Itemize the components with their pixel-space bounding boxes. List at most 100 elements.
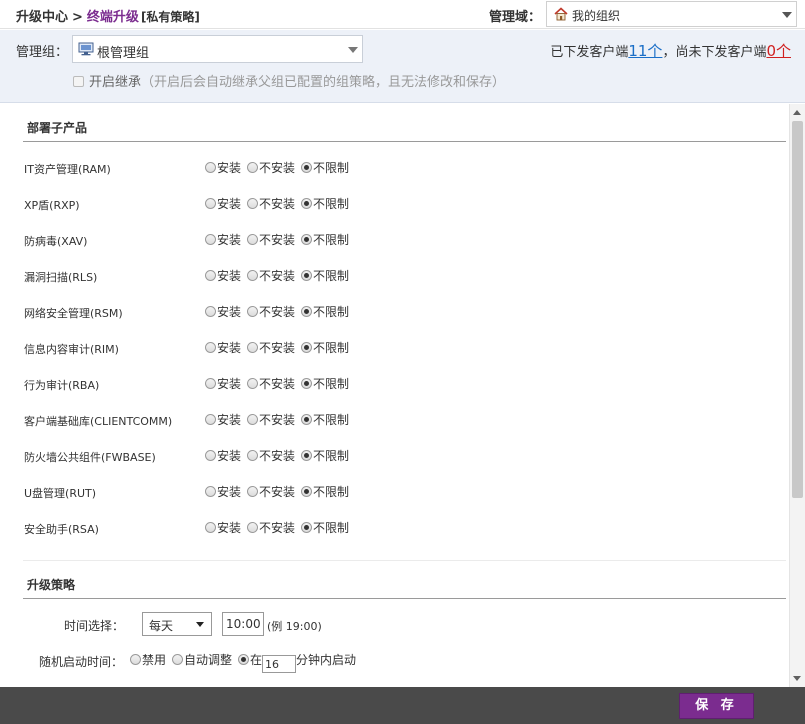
product-option[interactable]: 不安装 (247, 269, 295, 283)
radio-button[interactable] (247, 450, 259, 461)
product-option[interactable]: 不安装 (247, 233, 295, 247)
product-option[interactable]: 安装 (205, 485, 241, 499)
section-divider (23, 598, 786, 599)
radio-button[interactable] (301, 306, 313, 317)
product-option[interactable]: 不安装 (247, 305, 295, 319)
product-option[interactable]: 不限制 (301, 521, 349, 535)
chevron-down-icon (348, 47, 358, 53)
vertical-scrollbar[interactable] (789, 104, 805, 687)
radio-button[interactable] (247, 522, 259, 533)
product-label: 漏洞扫描(RLS) (24, 271, 98, 284)
time-input[interactable]: 10:00 (222, 612, 264, 636)
breadcrumb-root[interactable]: 升级中心 (16, 10, 68, 25)
option-label: 不限制 (313, 413, 350, 427)
product-option[interactable]: 安装 (205, 449, 241, 463)
radio-button[interactable] (247, 486, 259, 497)
group-select[interactable]: 根管理组 (72, 35, 363, 63)
not-issued-count-link[interactable]: 0个 (766, 42, 791, 60)
product-option[interactable]: 不限制 (301, 341, 349, 355)
product-option[interactable]: 不限制 (301, 449, 349, 463)
domain-value: 我的组织 (572, 9, 621, 23)
radio-button[interactable] (301, 342, 313, 353)
radio-button[interactable] (247, 162, 259, 173)
product-option[interactable]: 安装 (205, 341, 241, 355)
minutes-input[interactable]: 16 (262, 655, 297, 673)
radio-button[interactable] (247, 342, 259, 353)
radio-button[interactable] (301, 270, 313, 281)
radio-button[interactable] (205, 486, 216, 497)
option-label: 不限制 (313, 305, 350, 319)
radio-button[interactable] (205, 234, 216, 245)
product-option[interactable]: 不安装 (247, 161, 295, 175)
product-option[interactable]: 不限制 (301, 197, 349, 211)
product-option[interactable]: 不安装 (247, 485, 295, 499)
scroll-thumb[interactable] (792, 121, 803, 498)
product-option[interactable]: 安装 (205, 161, 241, 175)
random-option[interactable]: 在 (238, 653, 262, 667)
product-option[interactable]: 不安装 (247, 413, 295, 427)
radio-button[interactable] (205, 162, 216, 173)
product-option[interactable]: 不限制 (301, 305, 349, 319)
radio-button[interactable] (301, 450, 313, 461)
radio-button[interactable] (238, 654, 250, 665)
product-option[interactable]: 安装 (205, 413, 241, 427)
domain-select[interactable]: 我的组织 (546, 1, 797, 27)
radio-button[interactable] (205, 342, 216, 353)
radio-button[interactable] (301, 162, 313, 173)
radio-button[interactable] (205, 270, 216, 281)
radio-button[interactable] (301, 198, 313, 209)
product-option[interactable]: 不限制 (301, 161, 349, 175)
product-option[interactable]: 不安装 (247, 341, 295, 355)
radio-button[interactable] (247, 270, 259, 281)
random-option[interactable]: 禁用 (130, 653, 166, 667)
option-label: 安装 (217, 233, 242, 247)
radio-button[interactable] (301, 414, 313, 425)
product-option-group: 安装 不安装 不限制 (205, 303, 355, 320)
scroll-down-icon[interactable] (793, 676, 801, 681)
inherit-checkbox[interactable] (73, 76, 84, 87)
frequency-select[interactable]: 每天 (142, 612, 212, 636)
radio-button[interactable] (301, 486, 313, 497)
radio-button[interactable] (247, 198, 259, 209)
product-option[interactable]: 不安装 (247, 449, 295, 463)
radio-button[interactable] (247, 378, 259, 389)
product-label: 信息内容审计(RIM) (24, 343, 119, 356)
product-option[interactable]: 安装 (205, 377, 241, 391)
scroll-up-icon[interactable] (793, 110, 801, 115)
radio-button[interactable] (130, 654, 141, 665)
option-label: 自动调整 (184, 653, 233, 667)
radio-button[interactable] (301, 234, 313, 245)
radio-button[interactable] (247, 234, 259, 245)
radio-button[interactable] (247, 414, 259, 425)
issued-count-link[interactable]: 11个 (628, 42, 662, 60)
radio-button[interactable] (301, 378, 313, 389)
save-button[interactable]: 保 存 (679, 693, 754, 719)
product-option[interactable]: 不限制 (301, 377, 349, 391)
radio-button[interactable] (205, 198, 216, 209)
product-label: U盘管理(RUT) (24, 487, 97, 500)
product-option[interactable]: 不安装 (247, 377, 295, 391)
product-option[interactable]: 安装 (205, 521, 241, 535)
product-option[interactable]: 不安装 (247, 521, 295, 535)
radio-button[interactable] (205, 306, 216, 317)
product-option[interactable]: 不限制 (301, 413, 349, 427)
product-option[interactable]: 安装 (205, 305, 241, 319)
option-label: 不安装 (259, 485, 296, 499)
radio-button[interactable] (205, 450, 216, 461)
radio-button[interactable] (247, 306, 259, 317)
product-option[interactable]: 安装 (205, 269, 241, 283)
radio-button[interactable] (205, 378, 216, 389)
radio-button[interactable] (205, 414, 216, 425)
product-option[interactable]: 不限制 (301, 233, 349, 247)
product-option[interactable]: 安装 (205, 233, 241, 247)
product-option[interactable]: 不限制 (301, 269, 349, 283)
product-option[interactable]: 安装 (205, 197, 241, 211)
radio-button[interactable] (301, 522, 313, 533)
product-option[interactable]: 不安装 (247, 197, 295, 211)
random-option[interactable]: 自动调整 (172, 653, 232, 667)
product-label: XP盾(RXP) (24, 199, 80, 212)
radio-button[interactable] (205, 522, 216, 533)
radio-button[interactable] (172, 654, 184, 665)
group-value: 根管理组 (97, 46, 150, 61)
product-option[interactable]: 不限制 (301, 485, 349, 499)
